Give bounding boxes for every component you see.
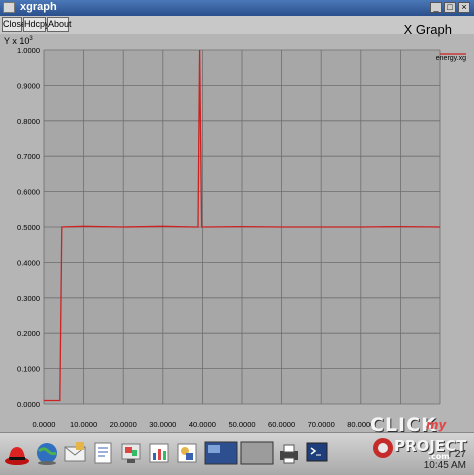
print-icon[interactable] <box>276 439 302 467</box>
x-tick-label: 50.0000 <box>228 420 255 429</box>
y-tick-label: 1.0000 <box>17 46 40 55</box>
redhat-icon[interactable] <box>4 439 30 467</box>
x-tick-label: 0.0000 <box>33 420 56 429</box>
y-tick-label: 0.9000 <box>17 81 40 90</box>
y-tick-label: 0.4000 <box>17 258 40 267</box>
mail-icon[interactable] <box>62 439 88 467</box>
impress-icon[interactable] <box>118 439 144 467</box>
x-tick-label: 30.0000 <box>149 420 176 429</box>
x-tick-label: 60.0000 <box>268 420 295 429</box>
chart: 0.0000 0.1000 0.2000 0.3000 0.4000 0.5000 0.60… <box>17 46 466 429</box>
globe-icon[interactable] <box>34 439 60 467</box>
x-tick-label: 20.0000 <box>110 420 137 429</box>
y-tick-label: 0.3000 <box>17 294 40 303</box>
x-tick-label: 70.0000 <box>308 420 335 429</box>
brand-dotcom: .com <box>428 452 450 461</box>
writer-icon[interactable] <box>90 439 116 467</box>
workspace1-icon[interactable] <box>204 439 238 467</box>
y-tick-label: 0.1000 <box>17 365 40 374</box>
y-tick-label: 0.5000 <box>17 223 40 232</box>
x-tick-label: 40.0000 <box>189 420 216 429</box>
terminal-icon[interactable] <box>304 439 330 467</box>
clickmyproject-logo: CLICK my PROJECT .com <box>366 414 466 464</box>
brand-my: my <box>426 418 447 432</box>
y-tick-label: 0.8000 <box>17 117 40 126</box>
workspace2-icon[interactable] <box>240 439 274 467</box>
calc-icon[interactable] <box>146 439 172 467</box>
y-tick-label: 0.2000 <box>17 329 40 338</box>
legend-label: energy.xg <box>436 55 466 62</box>
y-tick-label: 0.0000 <box>17 400 40 409</box>
y-tick-label: 0.7000 <box>17 152 40 161</box>
x-tick-label: 10.0000 <box>70 420 97 429</box>
draw-icon[interactable] <box>174 439 200 467</box>
y-tick-label: 0.6000 <box>17 188 40 197</box>
